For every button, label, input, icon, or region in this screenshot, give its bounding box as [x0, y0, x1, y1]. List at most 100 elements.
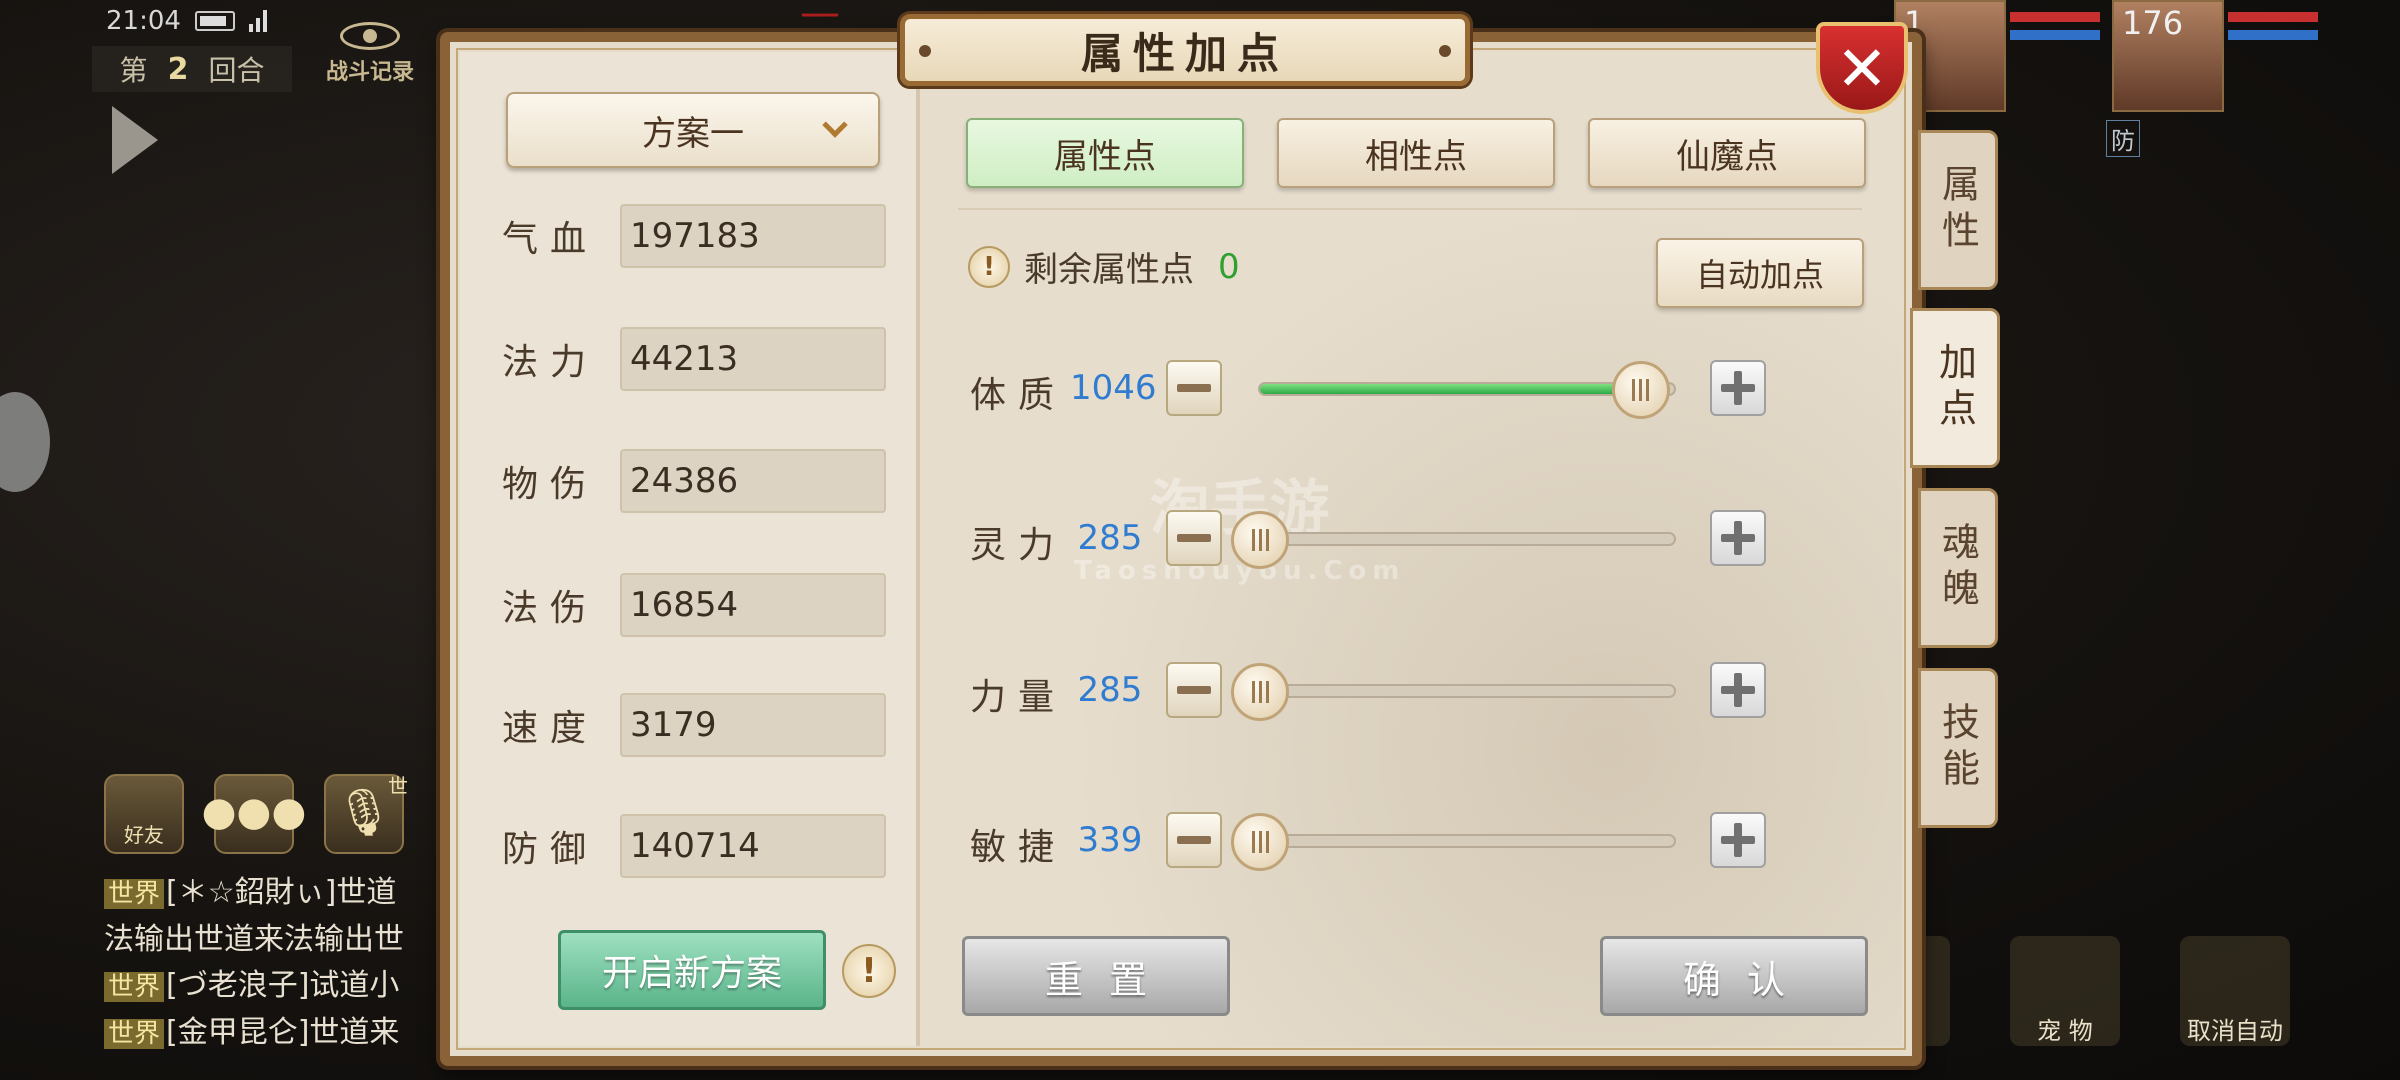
info-icon[interactable]: ! [842, 944, 896, 998]
slider-knob-icon[interactable] [1231, 663, 1289, 721]
round-number: 2 [167, 51, 189, 87]
pet-button[interactable]: 宠 物 [2010, 936, 2120, 1046]
side-tab-attributes[interactable]: 属性 [1918, 130, 1998, 290]
hp-bar [2228, 12, 2318, 22]
minus-button[interactable] [1166, 510, 1222, 566]
microphone-icon: 🎙 [334, 784, 394, 839]
channel-tag: 世界 [104, 879, 165, 909]
play-arrow-icon[interactable] [112, 106, 158, 174]
attribute-slider[interactable] [1258, 361, 1676, 419]
defend-status-badge: 防 [2106, 120, 2140, 157]
auto-add-button[interactable]: 自动加点 [1656, 238, 1864, 308]
chat-button[interactable]: ●●● [202, 774, 306, 854]
friends-button[interactable]: 好友 [104, 774, 184, 854]
remaining-label: 剩余属性点 [1024, 250, 1194, 290]
attribute-name: 体质 [970, 375, 1067, 416]
attribute-name: 力量 [970, 677, 1067, 718]
mic-badge: 世 [388, 774, 408, 798]
chat-text: [金甲昆仑]世道来 [166, 1015, 400, 1050]
attribute-slider[interactable] [1231, 663, 1676, 721]
minus-icon [1177, 534, 1211, 542]
tab-affinity-points[interactable]: 相性点 [1277, 118, 1555, 188]
voice-button[interactable]: 🎙 世 [324, 774, 408, 854]
cancel-auto-button[interactable]: 取消自动 [2180, 936, 2290, 1046]
side-tab-soul[interactable]: 魂魄 [1918, 488, 1998, 648]
new-scheme-button[interactable]: 开启新方案 [558, 930, 826, 1010]
side-tab-skills[interactable]: 技能 [1918, 668, 1998, 828]
stat-value: 197183 [620, 204, 886, 268]
slider-fill [1260, 384, 1641, 394]
stat-value: 44213 [620, 327, 886, 391]
confirm-button[interactable]: 确认 [1600, 936, 1868, 1016]
mp-bar [2228, 30, 2318, 40]
party-member[interactable]: 176 [2112, 0, 2320, 112]
minus-button[interactable] [1166, 662, 1222, 718]
remaining-points: ! 剩余属性点 0 [968, 242, 1240, 291]
tab-immortal-demon-points[interactable]: 仙魔点 [1588, 118, 1866, 188]
social-bar: 好友 ●●● 🎙 世 [104, 774, 408, 854]
side-tab-add-points[interactable]: 加点 [1910, 308, 2000, 468]
attribute-value: 285 [1077, 670, 1143, 710]
plus-button[interactable] [1710, 360, 1766, 416]
chat-line: 世界 [＊☆鉊財ぃ]世道 [104, 870, 444, 917]
member-level: 176 [2122, 4, 2184, 42]
channel-tag: 世界 [104, 1019, 165, 1049]
tab-divider [958, 208, 1862, 210]
attribute-value: 285 [1077, 518, 1143, 558]
chat-log[interactable]: 世界 [＊☆鉊財ぃ]世道 法输出世道来法输出世 世界 [づ老浪子]试道小 世界 [金甲… [104, 870, 444, 1057]
remaining-value: 0 [1218, 246, 1240, 287]
plus-button[interactable] [1710, 510, 1766, 566]
stats-column [460, 52, 916, 1046]
stat-value: 140714 [620, 814, 886, 878]
stat-row-physical-damage: 物伤 24386 [502, 448, 886, 514]
stat-row-defense: 防御 140714 [502, 813, 886, 879]
slider-knob-icon[interactable] [1231, 813, 1289, 871]
stat-row-magic-damage: 法伤 16854 [502, 572, 886, 638]
battery-icon [194, 11, 235, 31]
chat-text: [づ老浪子]试道小 [166, 968, 400, 1003]
battle-log-button[interactable]: 战斗记录 [320, 22, 420, 92]
attribute-name: 灵力 [970, 525, 1067, 566]
round-counter: 第 2 回合 [92, 46, 292, 92]
chat-line: 世界 [金甲昆仑]世道来 [104, 1010, 444, 1057]
attribute-slider[interactable] [1231, 511, 1676, 569]
stat-label: 法力 [502, 342, 599, 383]
eye-icon [340, 22, 400, 50]
attribute-value: 339 [1077, 820, 1143, 860]
attribute-row-constitution: 体质 1046 [970, 358, 1770, 419]
stat-value: 16854 [620, 573, 886, 637]
attribute-name: 敏捷 [970, 827, 1067, 868]
stat-row-speed: 速度 3179 [502, 692, 886, 758]
mp-bar [2010, 30, 2100, 40]
round-prefix: 第 [119, 54, 148, 87]
pet-label: 宠 物 [2037, 1017, 2093, 1045]
stat-label: 防御 [502, 829, 599, 870]
status-bar: 21:04 [106, 6, 267, 36]
scheme-selected: 方案一 [642, 113, 744, 154]
plus-button[interactable] [1710, 662, 1766, 718]
tab-attribute-points[interactable]: 属性点 [966, 118, 1244, 188]
chat-text: 法输出世道来法输出世 [104, 922, 404, 957]
minus-icon [1177, 836, 1211, 844]
party-member[interactable]: 1 [1894, 0, 2102, 112]
plus-button[interactable] [1710, 812, 1766, 868]
chat-text: [＊☆鉊財ぃ]世道 [166, 875, 397, 910]
damage-number-effect: — [800, 0, 858, 36]
slider-knob-icon[interactable] [1231, 511, 1289, 569]
minus-button[interactable] [1166, 360, 1222, 416]
close-icon: ✕ [1836, 31, 1888, 105]
channel-tag: 世界 [104, 972, 165, 1002]
round-suffix: 回合 [208, 54, 265, 87]
close-button[interactable]: ✕ [1816, 22, 1908, 114]
attribute-slider[interactable] [1231, 813, 1676, 871]
minus-button[interactable] [1166, 812, 1222, 868]
party-panel: 1 176 [1894, 0, 2320, 112]
scheme-dropdown[interactable]: 方案一 [506, 92, 880, 168]
stat-label: 物伤 [502, 464, 599, 505]
stat-value: 24386 [620, 449, 886, 513]
stat-row-hp: 气血 197183 [502, 203, 886, 269]
slider-knob-icon[interactable] [1611, 361, 1670, 419]
signal-icon [248, 10, 267, 32]
reset-button[interactable]: 重置 [962, 936, 1230, 1016]
info-icon[interactable]: ! [968, 245, 1010, 288]
